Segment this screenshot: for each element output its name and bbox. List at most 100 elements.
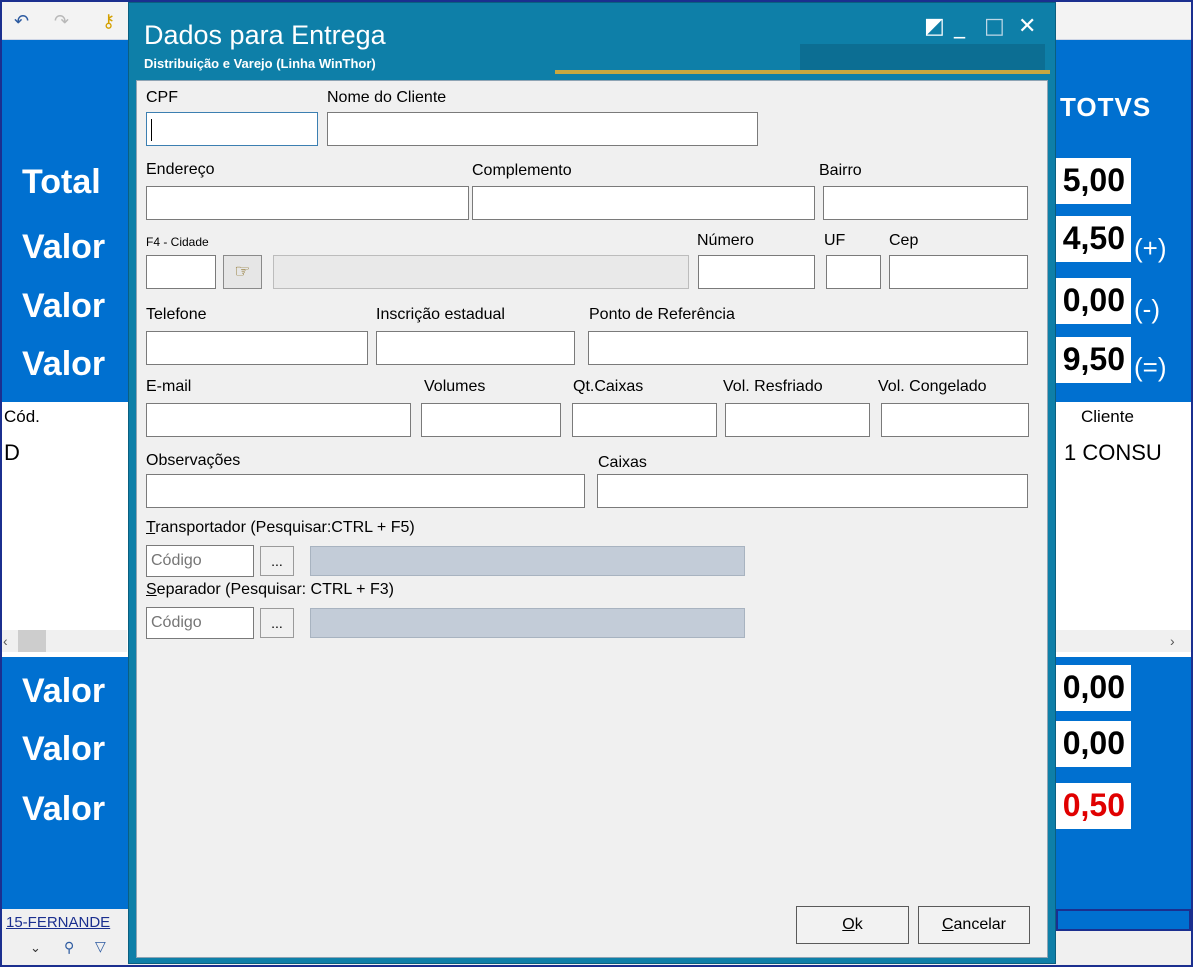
referencia-field[interactable] bbox=[588, 331, 1028, 365]
grid-header-cod[interactable]: Cód. bbox=[4, 407, 40, 427]
grid-cell-cliente[interactable]: 1 CONSU bbox=[1064, 440, 1162, 466]
bairro-field[interactable] bbox=[823, 186, 1028, 220]
cidade-search-button[interactable]: ☞ bbox=[223, 255, 262, 289]
plus-sign: (+) bbox=[1134, 233, 1167, 263]
valor-amount: 0,00 bbox=[1046, 278, 1131, 324]
cpf-field[interactable] bbox=[146, 112, 318, 146]
valor-amount-highlight: 0,50 bbox=[1046, 783, 1131, 829]
uf-label: UF bbox=[824, 232, 846, 249]
restore-icon[interactable]: ◩ bbox=[924, 14, 945, 40]
ok-accesskey: O bbox=[842, 916, 855, 933]
vol-congelado-label: Vol. Congelado bbox=[878, 378, 987, 395]
total-amount: 5,00 bbox=[1046, 158, 1131, 204]
chevron-down-icon[interactable]: ⌄ bbox=[30, 940, 41, 956]
telefone-field[interactable] bbox=[146, 331, 368, 365]
total-label: Total bbox=[22, 163, 101, 201]
numero-field[interactable] bbox=[698, 255, 815, 289]
cidade-code-field[interactable] bbox=[146, 255, 216, 289]
volumes-field[interactable] bbox=[421, 403, 561, 437]
minus-sign: (-) bbox=[1134, 294, 1160, 324]
separador-search-button[interactable]: ... bbox=[260, 608, 294, 638]
inscricao-field[interactable] bbox=[376, 331, 575, 365]
separador-name-field bbox=[310, 608, 745, 638]
endereco-field[interactable] bbox=[146, 186, 469, 220]
email-label: E-mail bbox=[146, 378, 192, 395]
qt-caixas-label: Qt.Caixas bbox=[573, 378, 644, 395]
valor-label: Valor bbox=[22, 345, 106, 383]
transportador-name-field bbox=[310, 546, 745, 576]
pointing-hand-icon: ☞ bbox=[234, 261, 251, 282]
ok-label: k bbox=[854, 916, 863, 933]
observacoes-field[interactable] bbox=[146, 474, 585, 508]
separador-label-text: eparador (Pesquisar: CTRL + F3) bbox=[156, 581, 394, 598]
qt-caixas-field[interactable] bbox=[572, 403, 717, 437]
separador-code-field[interactable] bbox=[146, 607, 254, 639]
valor-amount: 0,00 bbox=[1046, 721, 1131, 767]
email-field[interactable] bbox=[146, 403, 411, 437]
totvs-logo: TOTVS bbox=[1060, 92, 1152, 122]
volumes-label: Volumes bbox=[424, 378, 486, 395]
text-cursor bbox=[151, 119, 152, 141]
caixas-field[interactable] bbox=[597, 474, 1028, 508]
title-bar-decoration bbox=[800, 44, 1045, 70]
referencia-label: Ponto de Referência bbox=[589, 306, 735, 323]
scroll-left-icon[interactable]: ‹ bbox=[3, 633, 8, 649]
cpf-label: CPF bbox=[146, 89, 178, 106]
transportador-label: Transportador (Pesquisar:CTRL + F5) bbox=[146, 519, 415, 537]
telefone-label: Telefone bbox=[146, 306, 207, 323]
dialog-title: Dados para Entrega bbox=[144, 20, 386, 50]
cancel-accesskey: C bbox=[941, 916, 954, 933]
dialog-subtitle: Distribuição e Varejo (Linha WinThor) bbox=[144, 56, 376, 71]
ok-button[interactable]: Ok bbox=[796, 906, 909, 944]
uf-field[interactable] bbox=[826, 255, 881, 289]
nome-cliente-label: Nome do Cliente bbox=[327, 89, 447, 106]
binoculars-icon[interactable]: ⚲ bbox=[64, 940, 74, 956]
valor-amount: 4,50 bbox=[1046, 216, 1131, 262]
close-button[interactable]: ✕ bbox=[1018, 14, 1036, 40]
cidade-label: F4 - Cidade bbox=[146, 235, 209, 249]
title-bar-accent-line bbox=[555, 70, 1050, 74]
valor-label: Valor bbox=[22, 730, 106, 768]
separador-label: Separador (Pesquisar: CTRL + F3) bbox=[146, 581, 394, 599]
minimize-button[interactable]: _ bbox=[954, 14, 965, 40]
cancel-label: ancelar bbox=[953, 916, 1007, 933]
cep-field[interactable] bbox=[889, 255, 1028, 289]
valor-label: Valor bbox=[22, 790, 106, 828]
complemento-field[interactable] bbox=[472, 186, 815, 220]
numero-label: Número bbox=[697, 232, 754, 249]
vol-resfriado-label: Vol. Resfriado bbox=[723, 378, 823, 395]
transportador-search-button[interactable]: ... bbox=[260, 546, 294, 576]
transportador-accesskey: T bbox=[146, 519, 156, 536]
valor-label: Valor bbox=[22, 287, 106, 325]
key-icon[interactable]: ⚷ bbox=[102, 11, 115, 32]
transportador-label-text: ransportador (Pesquisar:CTRL + F5) bbox=[155, 519, 415, 536]
valor-amount: 0,00 bbox=[1046, 665, 1131, 711]
cidade-name-field bbox=[273, 255, 689, 289]
observacoes-label: Observações bbox=[146, 452, 241, 469]
complemento-label: Complemento bbox=[472, 162, 572, 179]
grid-header-cliente[interactable]: Cliente bbox=[1081, 407, 1134, 427]
bairro-label: Bairro bbox=[819, 162, 862, 179]
equals-sign: (=) bbox=[1134, 352, 1167, 382]
nome-cliente-field[interactable] bbox=[327, 112, 758, 146]
redo-icon[interactable]: ↷ bbox=[54, 11, 69, 32]
valor-label: Valor bbox=[22, 672, 106, 710]
valor-label: Valor bbox=[22, 228, 106, 266]
transportador-code-field[interactable] bbox=[146, 545, 254, 577]
scrollbar-thumb[interactable] bbox=[18, 630, 46, 652]
status-panel bbox=[1056, 909, 1191, 931]
maximize-button[interactable]: □ bbox=[984, 14, 1005, 40]
filter-down-icon[interactable]: ▽ bbox=[95, 938, 106, 955]
vol-congelado-field[interactable] bbox=[881, 403, 1029, 437]
caixas-label: Caixas bbox=[598, 454, 647, 471]
grid-cell-cod[interactable]: D bbox=[4, 440, 20, 466]
undo-icon[interactable]: ↶ bbox=[14, 11, 29, 32]
scroll-right-icon[interactable]: › bbox=[1170, 633, 1175, 649]
cancel-button[interactable]: Cancelar bbox=[918, 906, 1030, 944]
valor-amount: 9,50 bbox=[1046, 337, 1131, 383]
separador-accesskey: S bbox=[146, 581, 157, 598]
status-user-text: 15-FERNANDE bbox=[6, 914, 111, 931]
inscricao-label: Inscrição estadual bbox=[376, 306, 505, 323]
vol-resfriado-field[interactable] bbox=[725, 403, 870, 437]
cep-label: Cep bbox=[889, 232, 919, 249]
